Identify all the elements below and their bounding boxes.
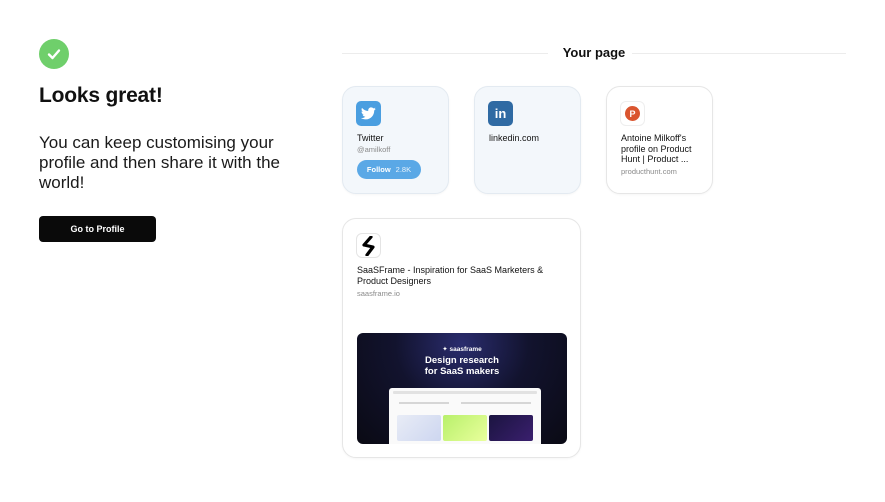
follow-label: Follow: [366, 165, 391, 174]
twitter-handle: @amilkoff: [357, 145, 391, 154]
your-page-title: Your page: [562, 45, 626, 60]
linkedin-icon: in: [488, 101, 513, 126]
preview-topbar: [393, 391, 537, 394]
divider-right: [632, 53, 846, 54]
saasframe-card-title: SaaSFrame - Inspiration for SaaS Markete…: [357, 265, 544, 286]
preview-headline: Design research for SaaS makers: [424, 355, 500, 377]
producthunt-domain: producthunt.com: [621, 167, 677, 176]
preview-line: [461, 402, 531, 404]
success-headline: Looks great!: [39, 84, 163, 107]
twitter-follow-button[interactable]: Follow 2.8K: [357, 160, 421, 179]
preview-tile: [397, 415, 441, 441]
preview-tile: [443, 415, 487, 441]
success-message: You can keep customising your profile an…: [39, 133, 280, 192]
go-to-profile-button[interactable]: Go to Profile: [39, 216, 156, 242]
product-hunt-icon: P: [620, 101, 645, 126]
saasframe-preview-image: ✦ saasframe Design research for SaaS mak…: [357, 333, 567, 444]
linkedin-card-title: linkedin.com: [489, 133, 540, 143]
producthunt-card-title: Antoine Milkoff's profile on Product Hun…: [621, 133, 692, 164]
twitter-card[interactable]: Twitter @amilkoff Follow 2.8K: [342, 86, 449, 194]
preview-brand: ✦ saasframe: [442, 346, 482, 353]
twitter-card-title: Twitter: [357, 133, 384, 143]
linkedin-card[interactable]: in linkedin.com: [474, 86, 581, 194]
follower-count: 2.8K: [395, 165, 412, 174]
divider-left: [342, 53, 548, 54]
saasframe-card[interactable]: SaaSFrame - Inspiration for SaaS Markete…: [342, 218, 581, 458]
saasframe-domain: saasframe.io: [357, 289, 400, 298]
success-check-icon: [39, 39, 69, 69]
saasframe-logo-icon: [356, 233, 381, 258]
preview-screenshot: [389, 388, 541, 444]
preview-line: [399, 402, 449, 404]
twitter-icon: [356, 101, 381, 126]
producthunt-card[interactable]: P Antoine Milkoff's profile on Product H…: [606, 86, 713, 194]
preview-tile: [489, 415, 533, 441]
